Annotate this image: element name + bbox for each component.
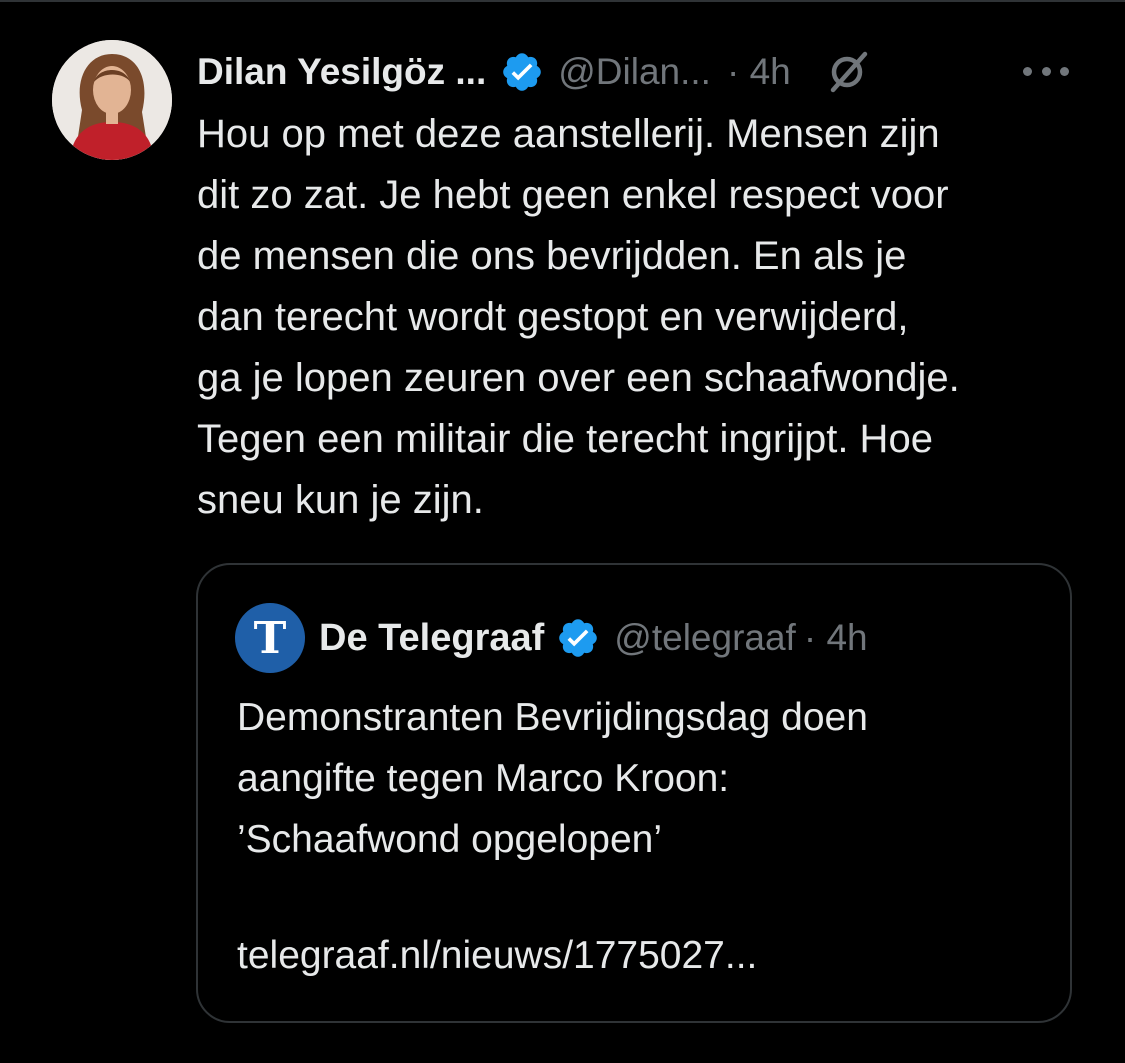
top-divider (0, 0, 1125, 2)
quoted-tweet-card[interactable]: T De Telegraaf @telegraaf · 4h Demonstra… (196, 563, 1072, 1023)
author-handle[interactable]: @Dilan... (558, 51, 711, 93)
quoted-tweet-header: T De Telegraaf @telegraaf · 4h (235, 603, 868, 673)
verified-badge-icon (503, 53, 542, 91)
more-dot (1041, 66, 1051, 76)
quoted-tweet-link[interactable]: telegraaf.nl/nieuws/1775027... (237, 925, 757, 986)
verified-badge-icon (559, 619, 598, 657)
quoted-tweet-text: Demonstranten Bevrijdingsdag doen aangif… (237, 696, 868, 861)
tweet-timestamp[interactable]: · 4h (727, 51, 791, 93)
tweet-text: Hou op met deze aanstellerij. Mensen zij… (197, 112, 960, 522)
tweet-header: Dilan Yesilgöz ... @Dilan... · 4h (197, 44, 873, 100)
author-name[interactable]: Dilan Yesilgöz ... (197, 51, 486, 93)
author-avatar[interactable] (52, 40, 172, 160)
quoted-author-name[interactable]: De Telegraaf (319, 617, 544, 660)
more-dot (1060, 66, 1069, 76)
more-options-icon[interactable] (1023, 56, 1069, 86)
telegraaf-logo-glyph: T (253, 612, 287, 664)
avatar-photo (52, 40, 172, 160)
telegraaf-logo-avatar[interactable]: T (235, 603, 305, 673)
quoted-author-handle[interactable]: @telegraaf (614, 617, 796, 659)
more-dot (1023, 66, 1032, 76)
quoted-tweet-timestamp[interactable]: · 4h (804, 617, 868, 659)
grok-icon[interactable] (821, 46, 873, 98)
